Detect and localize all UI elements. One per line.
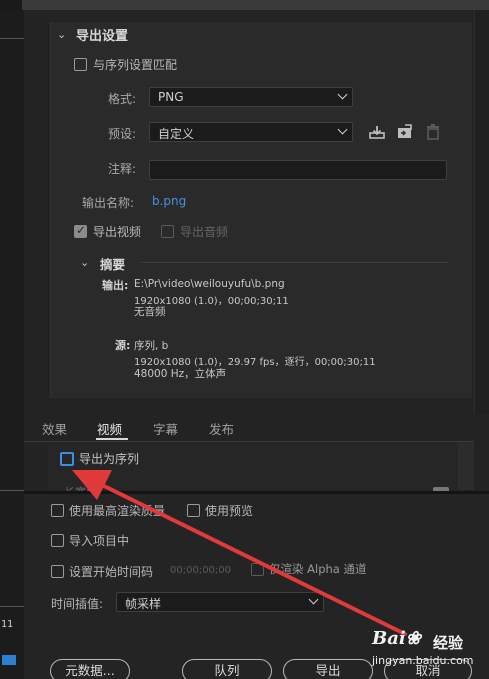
- annotation-arrow: [72, 470, 407, 636]
- watermark-text: 经验: [433, 634, 464, 652]
- watermark-logo: Bai❀: [372, 628, 421, 649]
- watermark-url: jingyan.baidu.com: [372, 654, 474, 667]
